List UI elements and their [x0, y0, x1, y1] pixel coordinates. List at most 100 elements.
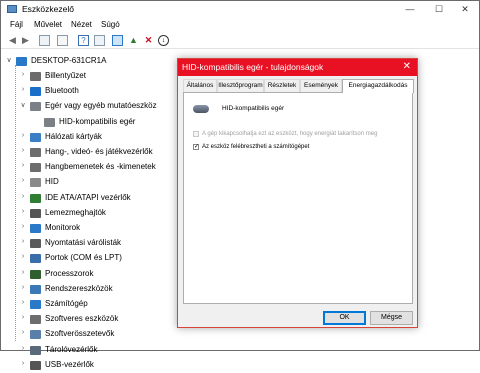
expand-icon[interactable]: › [19, 162, 27, 169]
menu-action[interactable]: Művelet [34, 20, 62, 29]
collapse-icon[interactable]: ∨ [19, 101, 27, 109]
help-icon[interactable]: ? [78, 35, 89, 46]
tree-item-label: Lemezmeghajtók [45, 207, 106, 217]
tree-item-label: Szoftverösszetevők [45, 329, 115, 339]
menu-view[interactable]: Nézet [71, 20, 92, 29]
close-button[interactable]: ✕ [451, 1, 479, 18]
software-icon [30, 315, 41, 325]
bluetooth-icon [30, 87, 41, 97]
expand-icon[interactable]: › [19, 360, 27, 367]
expand-icon[interactable]: › [19, 223, 27, 230]
tree-item-label: IDE ATA/ATAPI vezérlők [45, 192, 131, 202]
view-icon[interactable] [94, 35, 105, 46]
tree-item-label: Hang-, videó- és játékvezérlők [45, 147, 153, 156]
tab-general[interactable]: Általános [183, 79, 217, 92]
collapse-icon[interactable]: ∨ [5, 56, 13, 64]
menu-file[interactable]: Fájl [10, 20, 23, 29]
usb-icon [30, 360, 41, 370]
dialog-title: HID-kompatibilis egér - tulajdonságok [182, 62, 324, 72]
remove-icon[interactable]: ✕ [143, 35, 154, 46]
window-title: Eszközkezelő [22, 4, 74, 14]
cancel-button[interactable]: Mégse [370, 311, 413, 325]
ide-icon [30, 193, 41, 203]
audio-icon [30, 163, 41, 173]
sound-icon [30, 148, 41, 157]
monitor-icon[interactable] [112, 35, 123, 46]
expand-icon[interactable]: › [19, 299, 27, 306]
expand-icon[interactable]: › [19, 208, 27, 215]
allow-wake-checkbox[interactable]: ✓ [193, 144, 199, 150]
port-icon [30, 254, 41, 264]
mouse-icon [30, 102, 41, 112]
tree-item-label: Rendszereszközök [45, 283, 113, 293]
tree-item[interactable]: › USB-vezérlők [19, 358, 219, 373]
expand-icon[interactable]: › [19, 314, 27, 321]
hid-icon [30, 178, 41, 188]
download-icon[interactable]: ↓ [158, 35, 169, 46]
list-icon[interactable] [57, 35, 68, 46]
system-icon [30, 284, 41, 294]
properties-icon[interactable] [39, 35, 50, 46]
allow-turn-off-checkbox[interactable] [193, 131, 199, 137]
expand-icon[interactable]: › [19, 269, 27, 276]
device-name: HID-kompatibilis egér [222, 105, 285, 112]
dialog-title-bar: HID-kompatibilis egér - tulajdonságok ✕ [178, 59, 417, 76]
tab-power-management[interactable]: Energiagazdálkodás [342, 79, 414, 93]
tree-item-label: Processzorok [45, 268, 94, 278]
expand-icon[interactable]: › [19, 284, 27, 291]
dialog-tabs: Általános Illesztőprogram Részletek Esem… [183, 79, 415, 93]
disk-icon [30, 208, 41, 218]
tree-item-label: Bluetooth [45, 86, 79, 96]
expand-icon[interactable]: › [19, 132, 27, 139]
back-icon[interactable]: ◀ [7, 35, 18, 46]
tree-root[interactable]: ∨ DESKTOP-631CR1A [5, 54, 175, 69]
maximize-button[interactable]: ☐ [425, 1, 453, 18]
tab-driver[interactable]: Illesztőprogram [217, 79, 264, 92]
network-icon [30, 132, 41, 142]
title-bar: Eszközkezelő — ☐ ✕ [1, 1, 479, 18]
tree-item-label: HID-kompatibilis egér [59, 116, 136, 126]
tree-item[interactable]: › Tárolóvezérlők [19, 343, 219, 358]
tree-item-label: Egér vagy egyéb mutatóeszköz [45, 101, 157, 111]
toolbar: ◀ ▶ ? ▲ ✕ ↓ [1, 33, 479, 49]
printer-icon [30, 239, 41, 249]
expand-icon[interactable]: › [19, 86, 27, 93]
tree-item-label: Tárolóvezérlők [45, 344, 98, 354]
device-manager-window: Eszközkezelő — ☐ ✕ Fájl Művelet Nézet Sú… [0, 0, 480, 370]
keyboard-icon [30, 72, 41, 81]
update-icon[interactable]: ▲ [128, 35, 139, 46]
menu-help[interactable]: Súgó [101, 20, 120, 29]
tree-item-label: Portok (COM és LPT) [45, 253, 122, 263]
cpu-icon [30, 269, 41, 279]
tree-item[interactable]: › Szoftverösszetevők [19, 327, 219, 342]
tree-item-label: Hálózati kártyák [45, 131, 102, 141]
tab-details[interactable]: Részletek [264, 79, 300, 92]
expand-icon[interactable]: › [19, 193, 27, 200]
expand-icon[interactable]: › [19, 253, 27, 260]
tree-item-label: Billentyűzet [45, 71, 86, 80]
tree-item-label: HID [45, 177, 59, 187]
forward-icon[interactable]: ▶ [20, 35, 31, 46]
tree-item-label: Hangbemenetek és -kimenetek [45, 162, 156, 172]
expand-icon[interactable]: › [19, 147, 27, 154]
mouse-icon [193, 105, 209, 113]
tab-events[interactable]: Események [300, 79, 342, 92]
tree-item-label: Szoftveres eszközök [45, 314, 119, 324]
expand-icon[interactable]: › [19, 177, 27, 184]
storage-icon [30, 345, 41, 355]
ok-button[interactable]: OK [323, 311, 366, 325]
minimize-button[interactable]: — [396, 1, 424, 18]
component-icon [30, 330, 41, 340]
expand-icon[interactable]: › [19, 238, 27, 245]
expand-icon[interactable]: › [19, 329, 27, 336]
tree-item-label: Számítógép [45, 299, 88, 308]
device-manager-icon [7, 5, 17, 13]
power-management-panel: HID-kompatibilis egér A gép kikapcsolhat… [183, 92, 413, 304]
properties-dialog: HID-kompatibilis egér - tulajdonságok ✕ … [177, 58, 418, 328]
computer-icon [16, 57, 27, 66]
menu-bar: Fájl Művelet Nézet Súgó [1, 18, 479, 33]
tree-item-label: USB-vezérlők [45, 359, 94, 369]
dialog-close-button[interactable]: ✕ [403, 61, 411, 72]
tree-item-label: Nyomtatási várólisták [45, 238, 122, 248]
expand-icon[interactable]: › [19, 71, 27, 78]
